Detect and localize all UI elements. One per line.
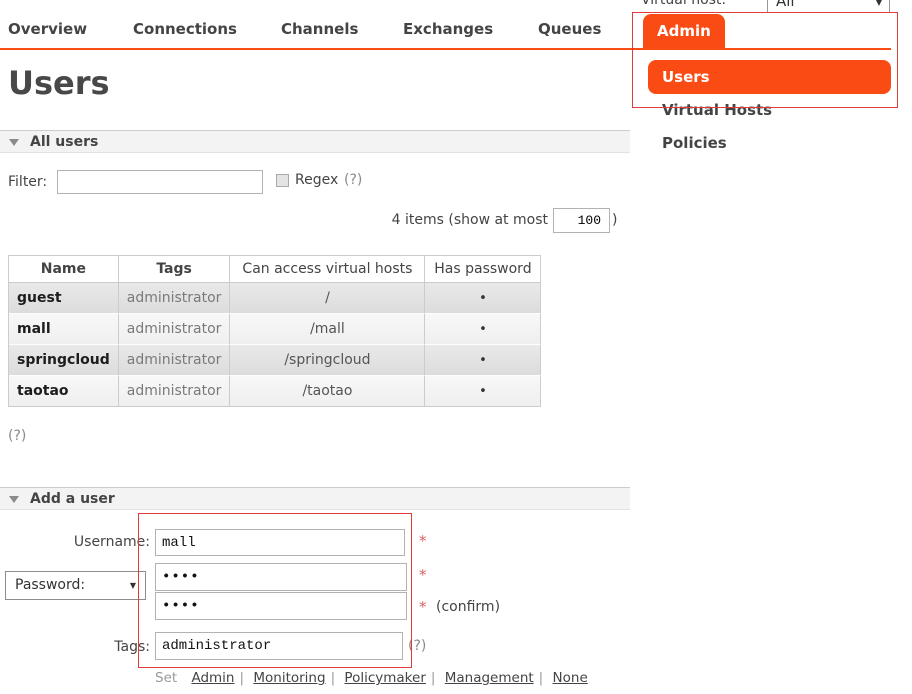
user-tags: administrator — [119, 283, 231, 314]
user-tags: administrator — [119, 376, 231, 407]
page-title: Users — [8, 64, 110, 102]
tag-preset-policymaker[interactable]: Policymaker — [344, 670, 425, 686]
tag-preset-admin[interactable]: Admin — [191, 670, 234, 686]
user-vhosts: /springcloud — [230, 345, 425, 376]
set-label: Set — [155, 670, 177, 686]
user-vhosts: /mall — [230, 314, 425, 345]
table-help-link[interactable]: (?) — [8, 428, 26, 444]
nav-tab-exchanges[interactable]: Exchanges — [403, 20, 493, 38]
sidebar-item-users-active[interactable]: Users — [648, 60, 891, 94]
column-header-tags[interactable]: Tags — [119, 256, 231, 283]
user-name-link[interactable]: mall — [9, 314, 119, 345]
table-row: guest administrator / • — [9, 283, 541, 314]
virtual-host-label: Virtual host: — [641, 0, 726, 8]
column-header-name[interactable]: Name — [9, 256, 119, 283]
has-password-dot: • — [425, 376, 541, 407]
user-name-link[interactable]: guest — [9, 283, 119, 314]
required-asterisk: * — [419, 532, 427, 550]
tags-label: Tags: — [80, 639, 150, 655]
user-name-link[interactable]: taotao — [9, 376, 119, 407]
filter-input[interactable] — [57, 170, 263, 194]
has-password-dot: • — [425, 283, 541, 314]
dropdown-arrow-icon: ▼ — [130, 581, 136, 590]
password-input[interactable] — [155, 563, 407, 591]
items-count-suffix: ) — [612, 212, 617, 228]
tags-input[interactable] — [155, 632, 403, 660]
virtual-host-select[interactable]: All ▼ — [767, 0, 890, 13]
nav-tab-channels[interactable]: Channels — [281, 20, 358, 38]
sidebar-item-policies[interactable]: Policies — [662, 134, 727, 152]
password-confirm-input[interactable] — [155, 592, 407, 620]
table-row: springcloud administrator /springcloud • — [9, 345, 541, 376]
has-password-dot: • — [425, 345, 541, 376]
nav-tab-connections[interactable]: Connections — [133, 20, 237, 38]
has-password-dot: • — [425, 314, 541, 345]
section-header-add-user[interactable]: Add a user — [0, 487, 630, 510]
section-title: All users — [30, 134, 98, 150]
rabbitmq-users-page: Overview Connections Channels Exchanges … — [0, 0, 912, 694]
set-tags-row: Set Admin | Monitoring | Policymaker | Mana… — [155, 670, 588, 686]
tag-preset-monitoring[interactable]: Monitoring — [253, 670, 325, 686]
user-name-link[interactable]: springcloud — [9, 345, 119, 376]
dropdown-arrow-icon: ▼ — [876, 0, 882, 7]
separator: | — [331, 670, 336, 686]
regex-help-link[interactable]: (?) — [344, 172, 362, 188]
column-header-vhosts: Can access virtual hosts — [230, 256, 425, 283]
separator: | — [539, 670, 544, 686]
nav-tab-queues[interactable]: Queues — [538, 20, 601, 38]
table-row: mall administrator /mall • — [9, 314, 541, 345]
column-header-has-password: Has password — [425, 256, 541, 283]
password-type-select[interactable]: Password: ▼ — [5, 571, 146, 600]
filter-label: Filter: — [8, 174, 47, 190]
password-type-value: Password: — [15, 577, 85, 593]
collapse-triangle-icon[interactable] — [9, 139, 19, 146]
user-tags: administrator — [119, 345, 231, 376]
confirm-note: (confirm) — [436, 599, 500, 615]
separator: | — [240, 670, 245, 686]
username-label: Username: — [40, 534, 150, 550]
sidebar-item-virtual-hosts[interactable]: Virtual Hosts — [662, 101, 772, 119]
items-count-text: 4 items (show at most — [280, 212, 548, 228]
section-title: Add a user — [30, 491, 115, 507]
username-input[interactable] — [155, 529, 405, 556]
show-at-most-input[interactable] — [553, 208, 610, 233]
separator: | — [431, 670, 436, 686]
user-tags: administrator — [119, 314, 231, 345]
nav-tab-overview[interactable]: Overview — [8, 20, 87, 38]
users-table: Name Tags Can access virtual hosts Has p… — [8, 255, 541, 407]
required-asterisk: * — [419, 566, 427, 584]
user-vhosts: / — [230, 283, 425, 314]
tags-help-link[interactable]: (?) — [408, 638, 426, 654]
nav-underline — [0, 48, 891, 50]
virtual-host-value: All — [776, 0, 795, 10]
user-vhosts: /taotao — [230, 376, 425, 407]
section-header-all-users[interactable]: All users — [0, 130, 630, 153]
nav-tab-admin-active[interactable]: Admin — [643, 14, 725, 48]
tag-preset-none[interactable]: None — [553, 670, 588, 686]
regex-label: Regex — [295, 172, 338, 188]
regex-checkbox[interactable] — [276, 174, 289, 187]
required-asterisk: * — [419, 598, 427, 616]
collapse-triangle-icon[interactable] — [9, 496, 19, 503]
table-row: taotao administrator /taotao • — [9, 376, 541, 407]
table-header-row: Name Tags Can access virtual hosts Has p… — [9, 256, 541, 283]
tag-preset-management[interactable]: Management — [445, 670, 534, 686]
